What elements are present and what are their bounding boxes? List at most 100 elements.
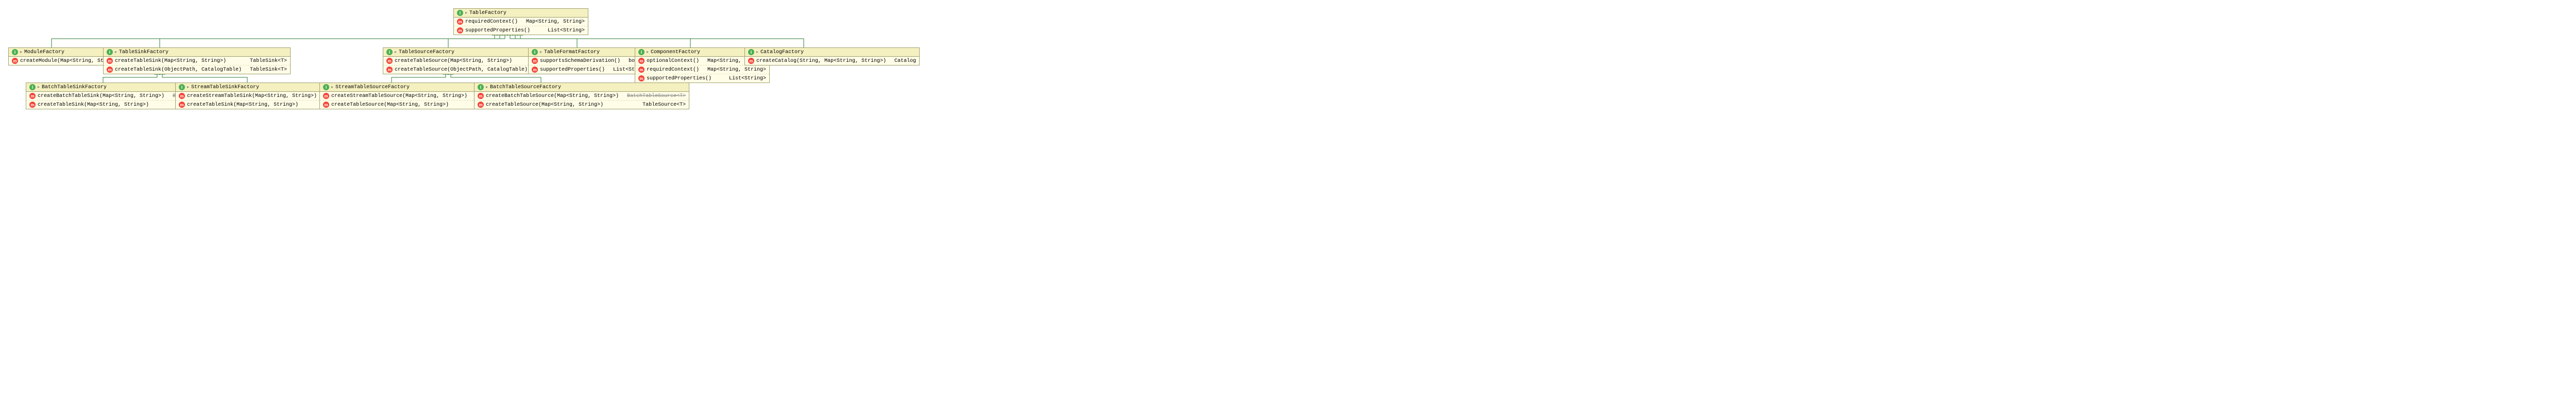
method-sig: createStreamTableSource(Map<String, Stri… bbox=[331, 93, 467, 99]
method-icon: m bbox=[179, 93, 185, 99]
interface-icon: I bbox=[638, 49, 645, 55]
method-row: m createTableSource(Map<String, String>)… bbox=[474, 101, 689, 109]
method-sig: createBatchTableSink(Map<String, String>… bbox=[38, 93, 164, 99]
class-tablefactory: I ▸ TableFactory m requiredContext() Map… bbox=[453, 8, 588, 35]
sub-icon: ▸ bbox=[38, 85, 40, 90]
method-sig: supportedProperties() bbox=[647, 76, 711, 81]
sub-icon: ▸ bbox=[486, 85, 488, 90]
method-icon: m bbox=[457, 19, 463, 25]
class-header: I ▸ BatchTableSourceFactory bbox=[474, 83, 689, 92]
class-name: StreamTableSourceFactory bbox=[335, 85, 410, 90]
method-sig: supportedProperties() bbox=[540, 67, 605, 73]
method-icon: m bbox=[638, 58, 645, 64]
class-header: I ▸ TableFactory bbox=[454, 9, 588, 18]
method-icon: m bbox=[638, 67, 645, 73]
sub-icon: ▸ bbox=[647, 50, 649, 55]
method-icon: m bbox=[29, 93, 36, 99]
sub-icon: ▸ bbox=[756, 50, 758, 55]
method-icon: m bbox=[638, 75, 645, 81]
class-name: BatchTableSinkFactory bbox=[42, 85, 107, 90]
interface-icon: I bbox=[457, 10, 463, 16]
method-sig: requiredContext() bbox=[647, 67, 699, 73]
interface-icon: I bbox=[107, 49, 113, 55]
method-icon: m bbox=[107, 67, 113, 73]
method-sig: createCatalog(String, Map<String, String… bbox=[756, 58, 886, 64]
method-sig: createTableSink(Map<String, String>) bbox=[115, 58, 226, 64]
sub-icon: ▸ bbox=[395, 50, 397, 55]
method-ret: TableSink<T> bbox=[244, 67, 287, 73]
method-row: m requiredContext() Map<String, String> bbox=[454, 18, 588, 26]
method-sig: supportsSchemaDerivation() bbox=[540, 58, 620, 64]
method-sig: createTableSource(Map<String, String>) bbox=[486, 102, 603, 108]
method-ret: Map<String, String> bbox=[701, 67, 766, 73]
class-header: I ▸ CatalogFactory bbox=[745, 48, 919, 57]
method-icon: m bbox=[323, 93, 329, 99]
class-name: TableFactory bbox=[469, 10, 506, 16]
sub-icon: ▸ bbox=[331, 85, 333, 90]
class-body: m createTableSink(Map<String, String>) T… bbox=[104, 57, 290, 74]
method-sig: createTableSource(ObjectPath, CatalogTab… bbox=[395, 67, 528, 73]
method-sig: createStreamTableSink(Map<String, String… bbox=[187, 93, 317, 99]
method-sig: createTableSink(Map<String, String>) bbox=[187, 102, 298, 108]
method-sig: createBatchTableSource(Map<String, Strin… bbox=[486, 93, 619, 99]
method-row: m supportedProperties() List<String> bbox=[454, 26, 588, 35]
interface-icon: I bbox=[386, 49, 393, 55]
method-icon: m bbox=[107, 58, 113, 64]
method-sig: optionalContext() bbox=[647, 58, 699, 64]
class-header: I ▸ TableSinkFactory bbox=[104, 48, 290, 57]
method-row: m createCatalog(String, Map<String, Stri… bbox=[745, 57, 919, 65]
method-row: m requiredContext() Map<String, String> bbox=[635, 65, 769, 74]
interface-icon: I bbox=[12, 49, 18, 55]
class-name: TableSourceFactory bbox=[399, 50, 454, 55]
method-sig: requiredContext() bbox=[465, 19, 518, 25]
method-row: m supportedProperties() List<String> bbox=[635, 74, 769, 83]
method-icon: m bbox=[457, 27, 463, 34]
method-icon: m bbox=[386, 67, 393, 73]
class-name: BatchTableSourceFactory bbox=[490, 85, 561, 90]
class-name: ModuleFactory bbox=[24, 50, 64, 55]
method-ret: Catalog bbox=[888, 58, 916, 64]
method-icon: m bbox=[748, 58, 754, 64]
method-ret: TableSink<T> bbox=[244, 58, 287, 64]
class-body: m requiredContext() Map<String, String> … bbox=[454, 18, 588, 35]
method-sig: supportedProperties() bbox=[465, 28, 530, 34]
method-row: m createTableSink(ObjectPath, CatalogTab… bbox=[104, 65, 290, 74]
method-icon: m bbox=[386, 58, 393, 64]
method-ret: TableSource<T> bbox=[636, 102, 686, 108]
sub-icon: ▸ bbox=[187, 85, 189, 90]
method-ret: Map<String, String> bbox=[520, 19, 585, 25]
method-sig: createTableSink(ObjectPath, CatalogTable… bbox=[115, 67, 242, 73]
method-icon: m bbox=[532, 67, 538, 73]
method-icon: m bbox=[29, 102, 36, 108]
class-name: TableSinkFactory bbox=[119, 50, 168, 55]
method-icon: m bbox=[179, 102, 185, 108]
class-batchtablesourcefactory: I ▸ BatchTableSourceFactory m createBatc… bbox=[474, 83, 689, 109]
method-ret: BatchTableSource<T> bbox=[621, 93, 686, 99]
class-name: TableFormatFactory bbox=[544, 50, 600, 55]
method-ret: List<String> bbox=[723, 76, 766, 81]
method-ret: List<String> bbox=[541, 28, 585, 34]
class-body: m createBatchTableSource(Map<String, Str… bbox=[474, 92, 689, 109]
method-icon: m bbox=[478, 102, 484, 108]
interface-icon: I bbox=[179, 84, 185, 90]
interface-icon: I bbox=[748, 49, 754, 55]
method-icon: m bbox=[323, 102, 329, 108]
interface-icon: I bbox=[323, 84, 329, 90]
interface-icon: I bbox=[532, 49, 538, 55]
method-sig: createTableSource(Map<String, String>) bbox=[331, 102, 449, 108]
class-name: StreamTableSinkFactory bbox=[191, 85, 259, 90]
sub-icon: ▸ bbox=[115, 50, 117, 55]
method-sig: createTableSink(Map<String, String>) bbox=[38, 102, 149, 108]
method-icon: m bbox=[478, 93, 484, 99]
method-row: m createBatchTableSource(Map<String, Str… bbox=[474, 92, 689, 101]
method-row: m createTableSink(Map<String, String>) T… bbox=[104, 57, 290, 65]
class-catalogfactory: I ▸ CatalogFactory m createCatalog(Strin… bbox=[744, 47, 920, 65]
method-sig: createTableSource(Map<String, String>) bbox=[395, 58, 512, 64]
interface-icon: I bbox=[478, 84, 484, 90]
class-body: m createCatalog(String, Map<String, Stri… bbox=[745, 57, 919, 65]
sub-icon: ▸ bbox=[20, 50, 22, 55]
sub-icon: ▸ bbox=[465, 10, 467, 15]
class-name: ComponentFactory bbox=[651, 50, 700, 55]
sub-icon: ▸ bbox=[540, 50, 542, 55]
class-tablesinkfactory: I ▸ TableSinkFactory m createTableSink(M… bbox=[103, 47, 291, 74]
